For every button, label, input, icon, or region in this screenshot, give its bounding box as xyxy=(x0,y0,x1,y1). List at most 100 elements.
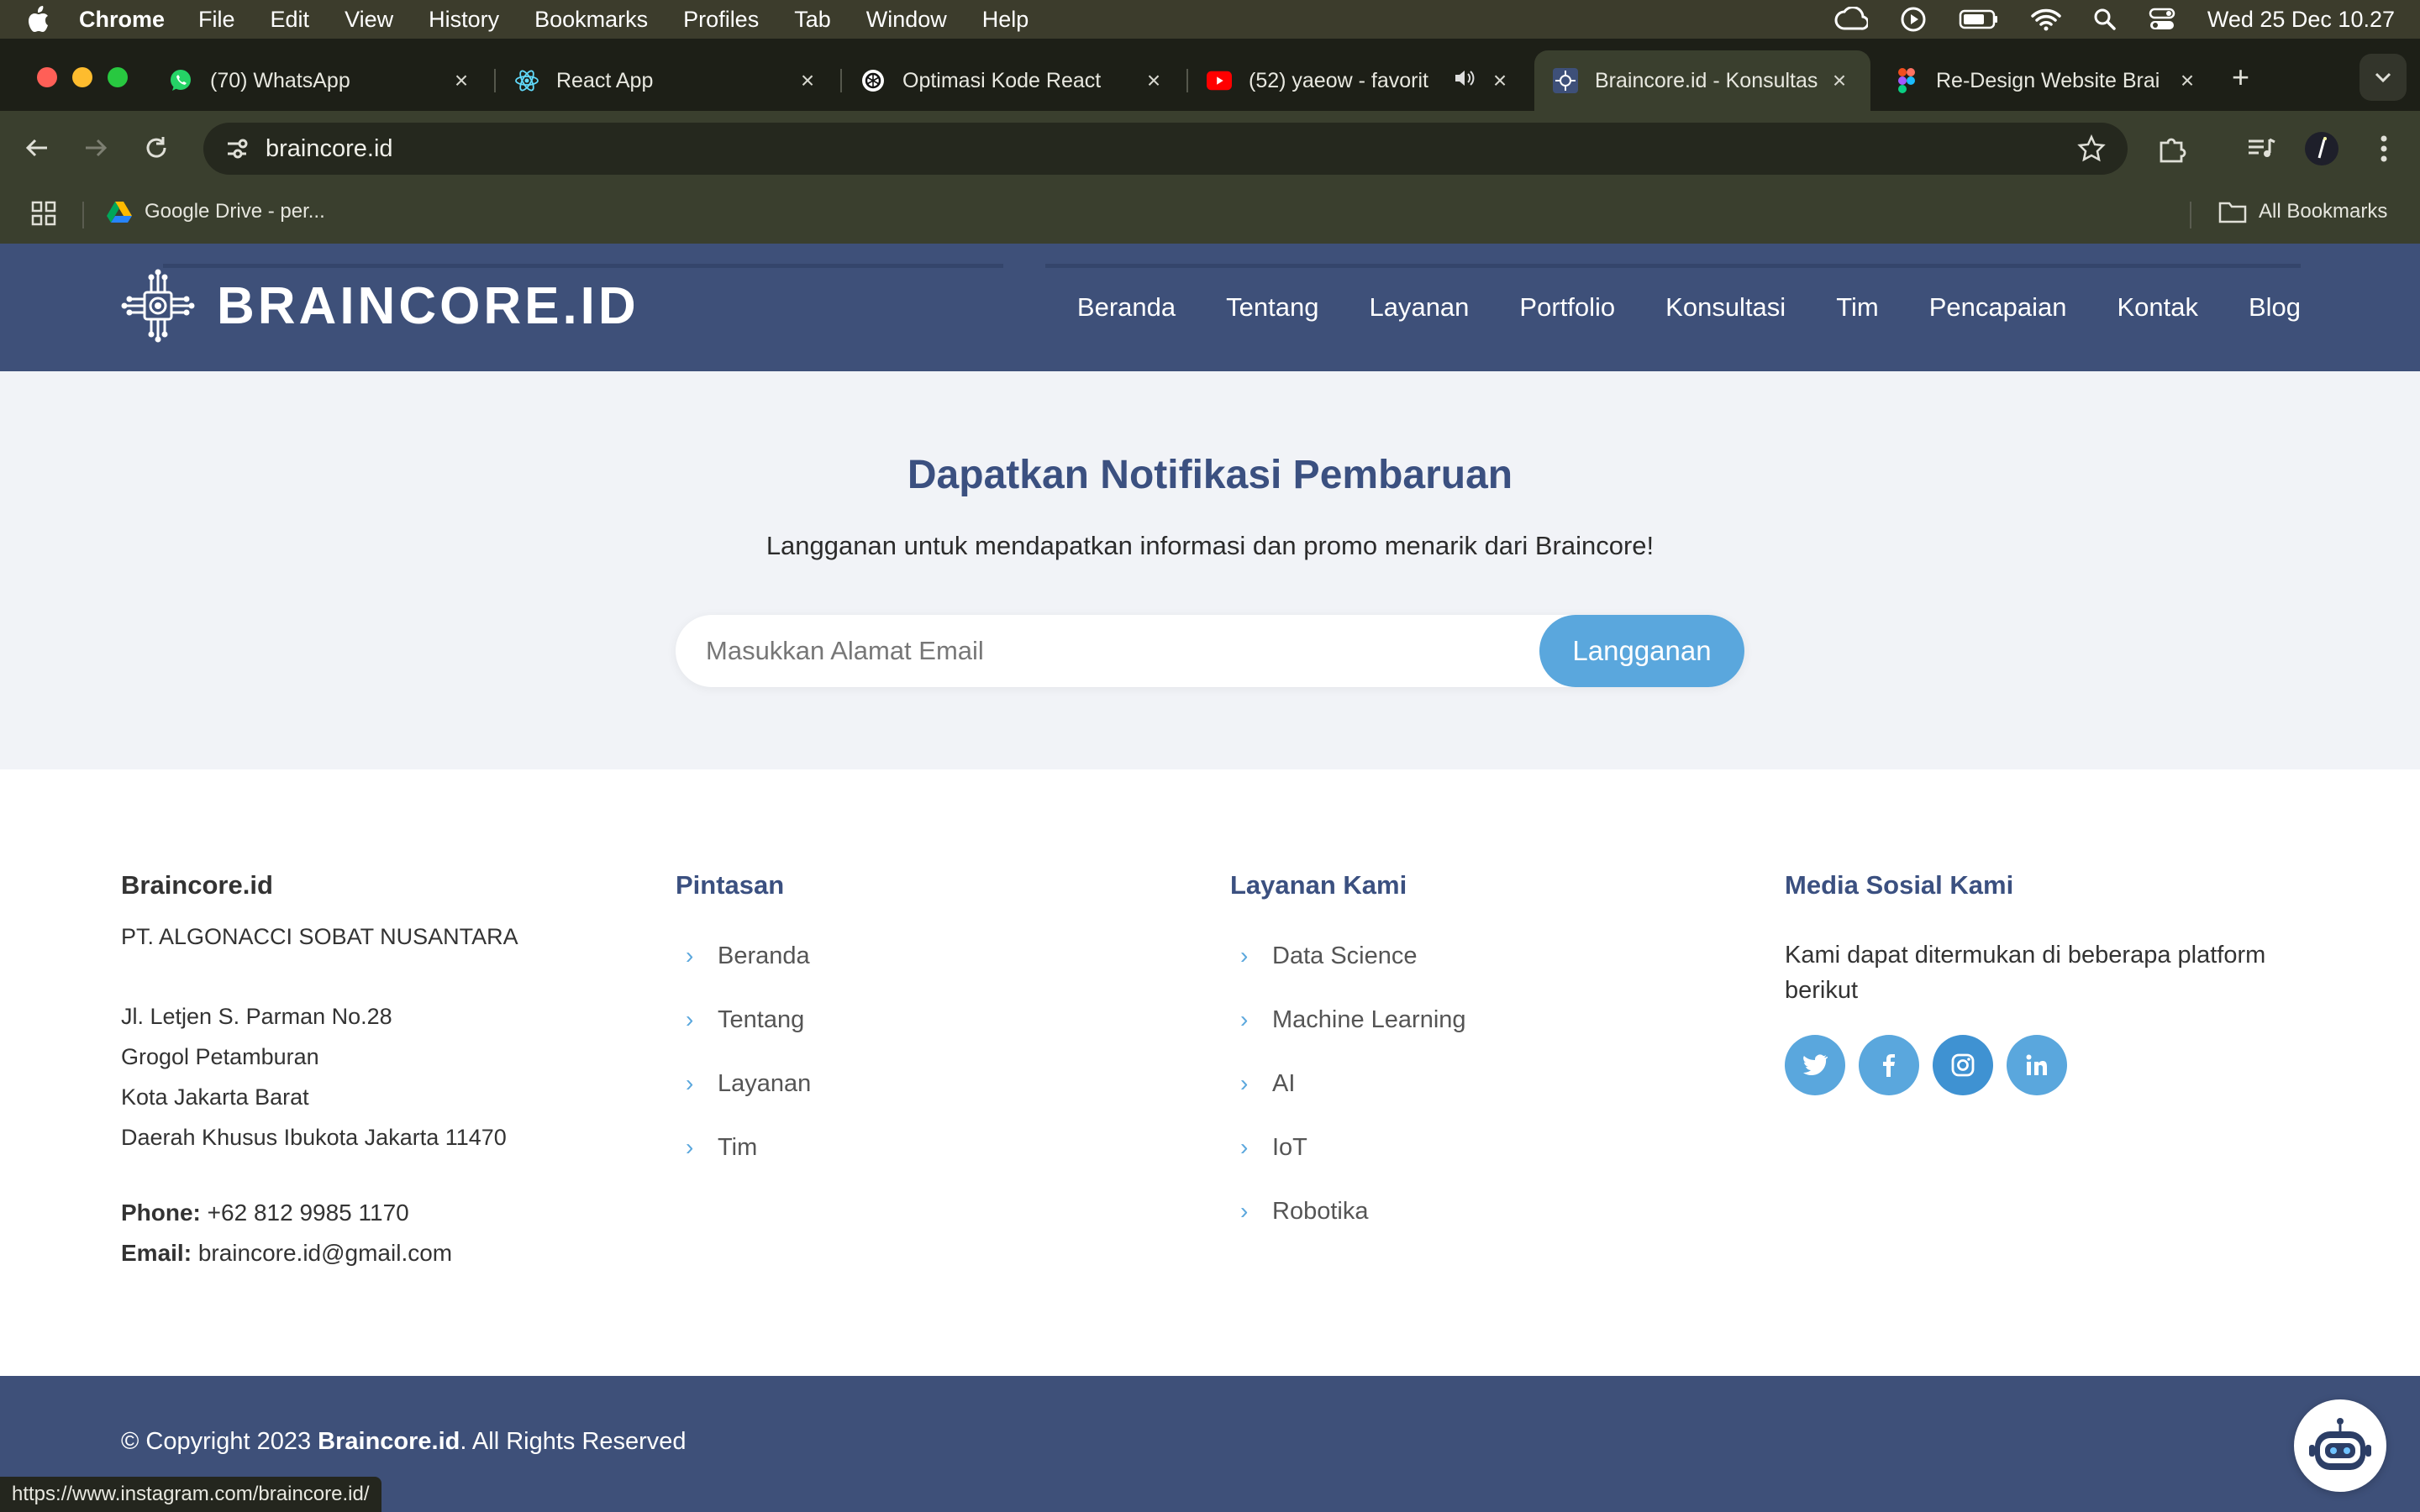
audio-playing-icon[interactable] xyxy=(1454,68,1476,94)
newsletter-section: Dapatkan Notifikasi Pembaruan Langganan … xyxy=(0,371,2420,769)
menu-history[interactable]: History xyxy=(429,7,499,33)
nav-tim[interactable]: Tim xyxy=(1836,292,1879,323)
tab-chatgpt[interactable]: Optimasi Kode React × xyxy=(842,50,1185,111)
browser-toolbar: braincore.id xyxy=(0,111,2420,185)
new-tab-button[interactable]: + xyxy=(2232,62,2249,92)
zoom-window-button[interactable] xyxy=(108,67,128,87)
address-bar[interactable]: braincore.id xyxy=(203,123,2128,175)
battery-icon[interactable] xyxy=(1959,8,1999,30)
nav-kontak[interactable]: Kontak xyxy=(2117,292,2198,323)
minimize-window-button[interactable] xyxy=(72,67,92,87)
profile-avatar[interactable] xyxy=(2304,131,2339,166)
clock[interactable]: Wed 25 Dec 10.27 xyxy=(2207,7,2395,33)
nav-beranda[interactable]: Beranda xyxy=(1077,292,1176,323)
footer-link-label: IoT xyxy=(1272,1133,1307,1161)
footer-link-tentang[interactable]: › Tentang xyxy=(676,988,811,1052)
subscribe-button[interactable]: Langganan xyxy=(1539,615,1744,687)
nav-pencapaian[interactable]: Pencapaian xyxy=(1929,292,2067,323)
copyright-brand: Braincore.id xyxy=(318,1428,460,1455)
footer-link-robotika[interactable]: › Robotika xyxy=(1230,1179,1466,1243)
media-play-icon[interactable] xyxy=(1900,6,1927,33)
bookmark-separator xyxy=(2190,202,2191,228)
tab-figma[interactable]: Re-Design Website Brai × xyxy=(1876,50,2218,111)
site-info-icon[interactable] xyxy=(222,134,252,164)
menu-file[interactable]: File xyxy=(198,7,235,33)
footer-link-tim[interactable]: › Tim xyxy=(676,1116,811,1179)
address-line: Daerah Khusus Ibukota Jakarta 11470 xyxy=(121,1125,507,1150)
nav-konsultasi[interactable]: Konsultasi xyxy=(1665,292,1786,323)
close-tab-icon[interactable]: × xyxy=(1141,67,1166,94)
bookmarks-bar: Google Drive - per... All Bookmarks xyxy=(0,185,2420,244)
phone-label: Phone: xyxy=(121,1200,201,1226)
tab-braincore[interactable]: Braincore.id - Konsultas × xyxy=(1534,50,1870,111)
menu-edit[interactable]: Edit xyxy=(271,7,310,33)
forward-button[interactable] xyxy=(77,129,114,166)
nav-tentang[interactable]: Tentang xyxy=(1226,292,1318,323)
email-input[interactable] xyxy=(706,615,1512,687)
contact-info: Phone: +62 812 9985 1170 Email: braincor… xyxy=(121,1193,452,1273)
bookmark-star-icon[interactable] xyxy=(2077,134,2106,170)
url-text[interactable]: braincore.id xyxy=(266,135,393,163)
menu-window[interactable]: Window xyxy=(866,7,947,33)
react-icon xyxy=(514,68,539,93)
close-tab-icon[interactable]: × xyxy=(1827,67,1852,94)
company-address: Jl. Letjen S. Parman No.28 Grogol Petamb… xyxy=(121,996,507,1158)
footer-social-column: Media Sosial Kami xyxy=(1785,870,2013,900)
creative-cloud-icon[interactable] xyxy=(1834,7,1868,32)
menu-profiles[interactable]: Profiles xyxy=(683,7,759,33)
menu-tab[interactable]: Tab xyxy=(794,7,831,33)
spotlight-search-icon[interactable] xyxy=(2093,8,2117,31)
site-header: BRAINCORE.ID Beranda Tentang Layanan Por… xyxy=(0,244,2420,371)
footer-link-machine-learning[interactable]: › Machine Learning xyxy=(1230,988,1466,1052)
media-control-icon[interactable] xyxy=(2244,131,2279,166)
address-line: Grogol Petamburan xyxy=(121,1044,319,1069)
footer-link-beranda[interactable]: › Beranda xyxy=(676,924,811,988)
nav-portfolio[interactable]: Portfolio xyxy=(1519,292,1615,323)
close-tab-icon[interactable]: × xyxy=(2175,67,2200,94)
nav-blog[interactable]: Blog xyxy=(2249,292,2301,323)
reload-button[interactable] xyxy=(138,129,175,166)
control-center-icon[interactable] xyxy=(2149,8,2175,31)
footer-link-layanan[interactable]: › Layanan xyxy=(676,1052,811,1116)
apps-grid-icon[interactable] xyxy=(30,200,57,233)
close-tab-icon[interactable]: × xyxy=(795,67,820,94)
menu-view[interactable]: View xyxy=(345,7,393,33)
footer-link-data-science[interactable]: › Data Science xyxy=(1230,924,1466,988)
all-bookmarks-button[interactable]: All Bookmarks xyxy=(2218,200,2387,223)
close-window-button[interactable] xyxy=(37,67,57,87)
more-menu-icon[interactable] xyxy=(2366,131,2402,166)
close-tab-icon[interactable]: × xyxy=(449,67,474,94)
footer-link-iot[interactable]: › IoT xyxy=(1230,1116,1466,1179)
close-tab-icon[interactable]: × xyxy=(1487,67,1512,94)
facebook-icon[interactable] xyxy=(1859,1035,1919,1095)
company-name: PT. ALGONACCI SOBAT NUSANTARA xyxy=(121,924,518,949)
apple-icon[interactable] xyxy=(25,5,50,34)
bookmark-separator xyxy=(82,202,84,228)
bookmark-google-drive[interactable]: Google Drive - per... xyxy=(106,200,325,223)
copyright-text: © Copyright 2023 Braincore.id. All Right… xyxy=(121,1428,687,1456)
twitter-icon[interactable] xyxy=(1785,1035,1845,1095)
tab-search-button[interactable] xyxy=(2360,54,2407,101)
back-button[interactable] xyxy=(18,129,55,166)
menu-bookmarks[interactable]: Bookmarks xyxy=(534,7,648,33)
tab-youtube[interactable]: (52) yaeow - favorit × xyxy=(1188,50,1531,111)
wifi-icon[interactable] xyxy=(2031,8,2061,31)
tab-title: Re-Design Website Brai xyxy=(1936,68,2160,92)
footer-shortcuts-column: Pintasan xyxy=(676,870,784,900)
tab-react-app[interactable]: React App × xyxy=(496,50,839,111)
chevron-right-icon: › xyxy=(686,1134,694,1160)
tab-whatsapp[interactable]: (70) WhatsApp × xyxy=(150,50,492,111)
figma-icon xyxy=(1894,68,1919,93)
footer-link-label: Machine Learning xyxy=(1272,1005,1466,1033)
chatbot-button[interactable] xyxy=(2294,1399,2386,1492)
menu-app-name[interactable]: Chrome xyxy=(79,7,165,33)
linkedin-icon[interactable] xyxy=(2007,1035,2067,1095)
brand-logo[interactable]: BRAINCORE.ID xyxy=(119,267,639,344)
footer-link-ai[interactable]: › AI xyxy=(1230,1052,1466,1116)
instagram-icon[interactable] xyxy=(1933,1035,1993,1095)
menu-help[interactable]: Help xyxy=(982,7,1029,33)
nav-layanan[interactable]: Layanan xyxy=(1369,292,1469,323)
extensions-icon[interactable] xyxy=(2154,131,2190,166)
footer-company-title: Braincore.id xyxy=(121,870,273,900)
services-list: › Data Science › Machine Learning › AI › IoT… xyxy=(1230,924,1466,1243)
